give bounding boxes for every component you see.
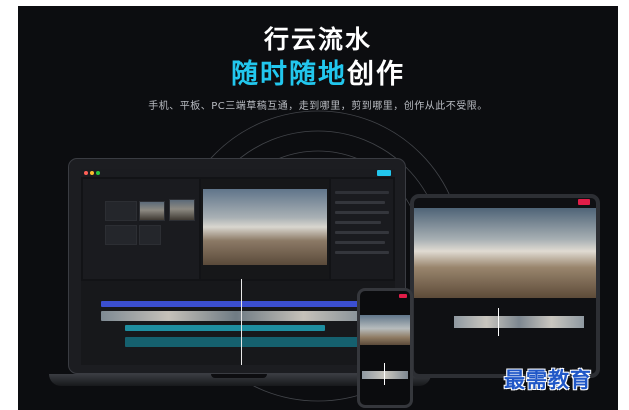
- media-thumbnail: [139, 201, 165, 221]
- hero-subtitle: 手机、平板、PC三端草稿互通，走到哪里，剪到哪里，创作从此不受限。: [148, 101, 488, 112]
- tablet-timeline-strip: [454, 316, 584, 328]
- tablet-export-button: [578, 199, 590, 205]
- desktop-editor-screen: [81, 169, 395, 365]
- tablet-device: [410, 194, 600, 378]
- media-thumbnail: [105, 225, 137, 245]
- media-panel: [83, 179, 199, 279]
- media-thumbnail: [139, 225, 161, 245]
- hero-title-rest: 创作: [347, 59, 405, 90]
- timeline-track-video: [101, 311, 371, 321]
- hero-title-highlight: 随时随地: [231, 59, 347, 90]
- media-thumbnail: [169, 199, 195, 221]
- timeline-track-audio: [125, 337, 371, 347]
- timeline-playhead: [241, 279, 242, 365]
- prop-row: [335, 191, 389, 194]
- properties-panel: [331, 179, 393, 279]
- prop-row: [335, 241, 385, 244]
- prop-row: [335, 231, 389, 234]
- timeline: [81, 281, 395, 365]
- timeline-track-title: [101, 301, 359, 307]
- laptop-device: [68, 158, 406, 374]
- phone-device: [357, 288, 413, 408]
- phone-timeline-strip: [362, 371, 408, 379]
- prop-row: [335, 211, 389, 214]
- hero-banner: 行云流水 随时随地创作 手机、平板、PC三端草稿互通，走到哪里，剪到哪里，创作从…: [18, 6, 618, 410]
- prop-row: [335, 201, 385, 204]
- export-button: [377, 170, 391, 176]
- minimize-dot-icon: [90, 171, 94, 175]
- prop-row: [335, 251, 389, 254]
- preview-player: [201, 179, 329, 279]
- tablet-playhead: [498, 308, 499, 336]
- phone-preview-frame: [360, 315, 410, 345]
- tablet-preview-frame: [414, 208, 596, 298]
- close-dot-icon: [84, 171, 88, 175]
- media-thumbnail: [105, 201, 137, 221]
- hero-title: 行云流水: [263, 25, 372, 54]
- watermark-logo: 最需教育: [504, 367, 592, 392]
- prop-row: [335, 221, 381, 224]
- hero-title-line2: 随时随地创作: [18, 52, 618, 91]
- preview-frame: [203, 189, 327, 265]
- laptop-notch: [211, 374, 267, 378]
- timeline-track-effect: [125, 325, 325, 331]
- phone-export-button: [399, 294, 407, 298]
- maximize-dot-icon: [96, 171, 100, 175]
- editor-titlebar: [81, 169, 395, 177]
- phone-playhead: [384, 363, 385, 385]
